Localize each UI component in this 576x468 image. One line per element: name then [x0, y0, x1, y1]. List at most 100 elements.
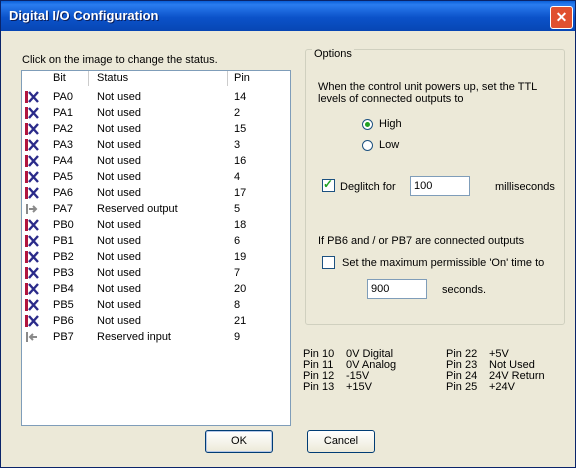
- x-icon[interactable]: [25, 90, 39, 104]
- pin-cell: 7: [234, 267, 241, 279]
- x-icon[interactable]: [25, 138, 39, 152]
- max-on-checkbox[interactable]: [322, 256, 335, 269]
- bit-cell: PB3: [53, 267, 74, 279]
- output-arrow-icon[interactable]: [26, 203, 38, 215]
- column-header-status[interactable]: Status: [97, 72, 128, 84]
- x-icon[interactable]: [25, 218, 39, 232]
- pin-cell: 8: [234, 299, 241, 311]
- status-cell: Not used: [97, 219, 142, 231]
- bit-cell: PA4: [53, 155, 73, 167]
- deglitch-input[interactable]: [410, 176, 470, 196]
- pin-cell: 20: [234, 283, 247, 295]
- input-arrow-icon[interactable]: [26, 331, 38, 343]
- bit-cell: PA2: [53, 123, 73, 135]
- table-row[interactable]: PA2 Not used 15: [22, 121, 290, 137]
- header-divider: [88, 71, 89, 86]
- bit-cell: PB4: [53, 283, 74, 295]
- x-icon[interactable]: [25, 186, 39, 200]
- pin-cell: 19: [234, 251, 247, 263]
- bit-cell: PA3: [53, 139, 73, 151]
- bit-list: Bit Status Pin PA0 Not used 14 PA1 Not used 2…: [21, 70, 291, 426]
- pin-left-desc: +15V: [346, 381, 372, 393]
- close-button[interactable]: ✕: [550, 6, 573, 29]
- status-cell: Not used: [97, 123, 142, 135]
- powerup-text-line-2: levels of connected outputs to: [318, 93, 464, 105]
- table-row[interactable]: PB3 Not used 7: [22, 265, 290, 281]
- pin-cell: 9: [234, 331, 241, 343]
- status-cell: Not used: [97, 235, 142, 247]
- status-cell: Not used: [97, 315, 142, 327]
- status-cell: Not used: [97, 187, 142, 199]
- table-row[interactable]: PA7 Reserved output 5: [22, 201, 290, 217]
- table-row[interactable]: PB6 Not used 21: [22, 313, 290, 329]
- x-icon[interactable]: [25, 250, 39, 264]
- x-icon[interactable]: [25, 314, 39, 328]
- max-on-unit: seconds.: [442, 284, 487, 296]
- cancel-button[interactable]: Cancel: [307, 430, 375, 453]
- table-row[interactable]: PA3 Not used 3: [22, 137, 290, 153]
- status-cell: Not used: [97, 283, 142, 295]
- table-row[interactable]: PB5 Not used 8: [22, 297, 290, 313]
- x-icon[interactable]: [25, 106, 39, 120]
- column-header-bit[interactable]: Bit: [53, 72, 66, 84]
- bit-cell: PA1: [53, 107, 73, 119]
- table-row[interactable]: PA6 Not used 17: [22, 185, 290, 201]
- status-cell: Not used: [97, 251, 142, 263]
- x-icon[interactable]: [25, 170, 39, 184]
- pin-right-desc: +24V: [489, 381, 515, 393]
- max-on-input[interactable]: [367, 279, 427, 299]
- x-icon[interactable]: [25, 122, 39, 136]
- pin-cell: 4: [234, 171, 241, 183]
- table-row[interactable]: PB1 Not used 6: [22, 233, 290, 249]
- status-cell: Not used: [97, 107, 142, 119]
- pin-cell: 5: [234, 203, 241, 215]
- table-row[interactable]: PA1 Not used 2: [22, 105, 290, 121]
- status-cell: Not used: [97, 299, 142, 311]
- deglitch-checkbox[interactable]: ✓: [322, 177, 335, 192]
- pin-cell: 2: [234, 107, 241, 119]
- status-cell: Not used: [97, 91, 142, 103]
- status-cell: Reserved input: [97, 331, 171, 343]
- x-icon[interactable]: [25, 298, 39, 312]
- x-icon[interactable]: [25, 154, 39, 168]
- x-icon[interactable]: [25, 234, 39, 248]
- table-row[interactable]: PB2 Not used 19: [22, 249, 290, 265]
- window-title: Digital I/O Configuration: [9, 8, 159, 23]
- radio-low[interactable]: [362, 140, 373, 151]
- pb-info-text: If PB6 and / or PB7 are connected output…: [318, 235, 525, 247]
- table-row[interactable]: PA4 Not used 16: [22, 153, 290, 169]
- radio-high[interactable]: [362, 119, 373, 130]
- bit-cell: PA5: [53, 171, 73, 183]
- max-on-label[interactable]: Set the maximum permissible 'On' time to: [342, 257, 544, 269]
- powerup-text: When the control unit powers up, set the…: [318, 81, 538, 93]
- deglitch-label[interactable]: Deglitch for: [340, 181, 396, 193]
- bit-cell: PA6: [53, 187, 73, 199]
- bit-cell: PB2: [53, 251, 74, 263]
- bit-cell: PB5: [53, 299, 74, 311]
- table-row[interactable]: PA5 Not used 4: [22, 169, 290, 185]
- pin-cell: 15: [234, 123, 247, 135]
- bit-cell: PB6: [53, 315, 74, 327]
- bit-cell: PB7: [53, 331, 74, 343]
- instruction-text: Click on the image to change the status.: [22, 54, 218, 66]
- radio-high-label[interactable]: High: [379, 118, 402, 130]
- table-row[interactable]: PB4 Not used 20: [22, 281, 290, 297]
- x-icon[interactable]: [25, 266, 39, 280]
- radio-low-label[interactable]: Low: [379, 139, 399, 151]
- x-icon[interactable]: [25, 282, 39, 296]
- header-divider: [227, 71, 228, 86]
- table-row[interactable]: PB0 Not used 18: [22, 217, 290, 233]
- bit-cell: PA0: [53, 91, 73, 103]
- title-bar[interactable]: Digital I/O Configuration ✕: [1, 1, 575, 31]
- table-row[interactable]: PA0 Not used 14: [22, 89, 290, 105]
- ok-button[interactable]: OK: [205, 430, 273, 453]
- column-header-pin[interactable]: Pin: [234, 72, 250, 84]
- bit-cell: PB1: [53, 235, 74, 247]
- status-cell: Not used: [97, 155, 142, 167]
- pin-cell: 16: [234, 155, 247, 167]
- status-cell: Reserved output: [97, 203, 178, 215]
- status-cell: Not used: [97, 267, 142, 279]
- options-legend: Options: [312, 48, 354, 60]
- pin-cell: 3: [234, 139, 241, 151]
- table-row[interactable]: PB7 Reserved input 9: [22, 329, 290, 345]
